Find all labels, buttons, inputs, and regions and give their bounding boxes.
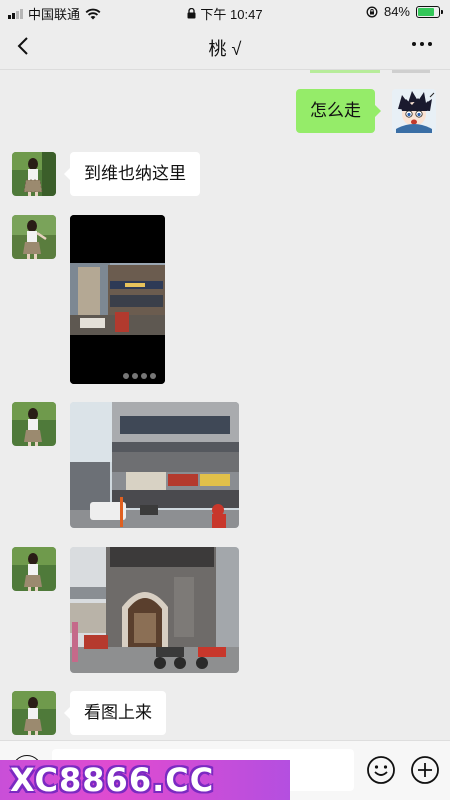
contact-photo xyxy=(12,215,56,259)
battery-fill xyxy=(418,7,434,16)
my-avatar[interactable] xyxy=(392,89,436,133)
image-message[interactable] xyxy=(70,402,239,528)
chat-title: 桃 √ xyxy=(208,39,242,59)
video-message[interactable] xyxy=(70,215,165,384)
image-message[interactable] xyxy=(70,547,239,673)
more-dots-icon[interactable] xyxy=(412,42,432,46)
contact-photo xyxy=(12,152,56,196)
chat-header: 桃 √ xyxy=(0,22,450,70)
contact-avatar[interactable] xyxy=(12,547,56,591)
video-thumbnail xyxy=(70,215,165,384)
contact-avatar[interactable] xyxy=(12,152,56,196)
contact-photo xyxy=(12,691,56,735)
status-bar: 中国联通 下午 10:47 84% xyxy=(0,0,450,22)
message-bubble-outgoing[interactable]: 怎么走 xyxy=(296,89,381,133)
contact-photo xyxy=(12,402,56,446)
rotation-lock-icon xyxy=(366,6,378,17)
contact-avatar[interactable] xyxy=(12,691,56,735)
contact-avatar[interactable] xyxy=(12,215,56,259)
contact-photo xyxy=(12,547,56,591)
plus-icon[interactable] xyxy=(410,755,440,785)
emoji-icon[interactable] xyxy=(366,755,396,785)
watermark-banner: XC8866.CC xyxy=(0,760,290,800)
street-photo-entrance xyxy=(70,547,239,673)
status-right: 84% xyxy=(366,4,443,19)
street-photo-building xyxy=(70,402,239,528)
contact-avatar[interactable] xyxy=(12,402,56,446)
previous-message-edge xyxy=(310,70,380,73)
battery-icon xyxy=(416,5,443,18)
message-bubble-incoming[interactable]: 到维也纳这里 xyxy=(64,152,200,196)
anime-avatar-image xyxy=(392,89,436,133)
clock: 下午 10:47 xyxy=(200,7,263,22)
previous-avatar-edge xyxy=(392,70,430,73)
lock-icon xyxy=(187,8,196,19)
battery-percent: 84% xyxy=(383,4,410,19)
message-bubble-incoming[interactable]: 看图上来 xyxy=(64,691,166,735)
